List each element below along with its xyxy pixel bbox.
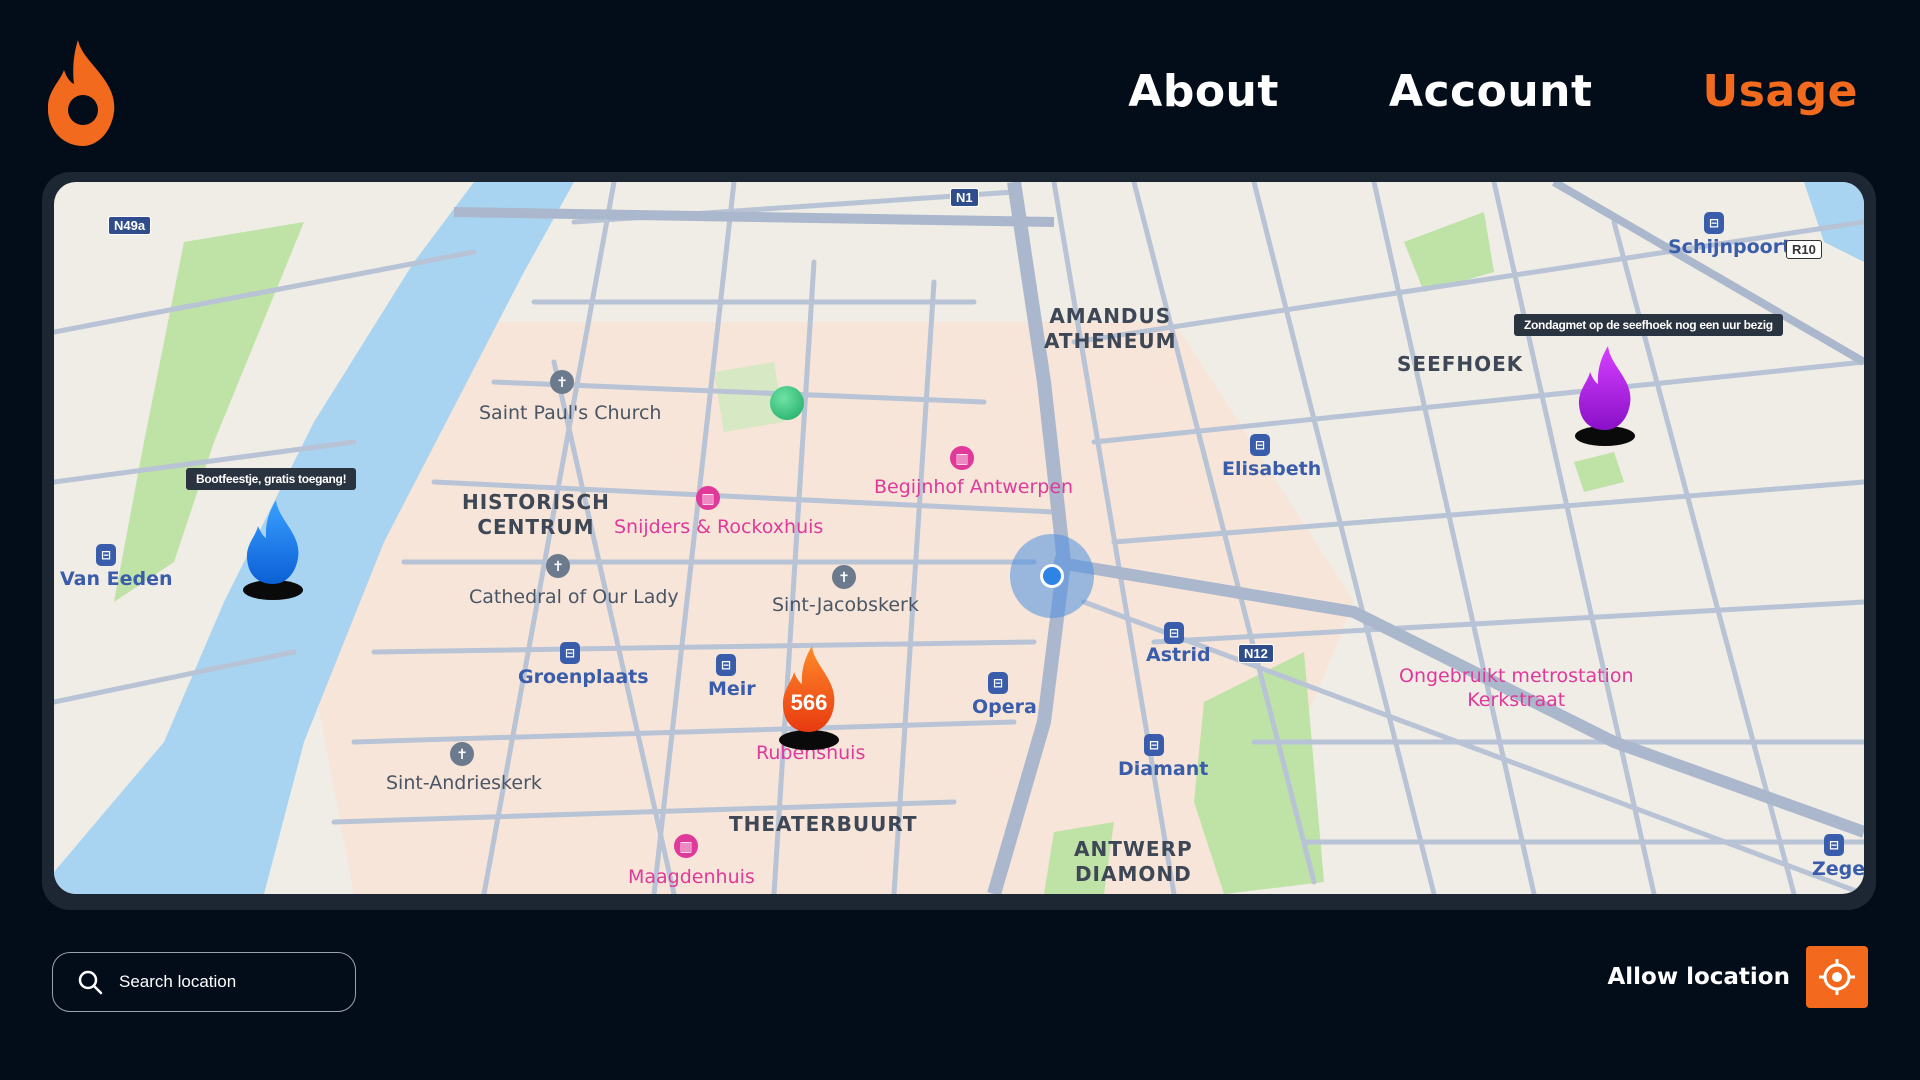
road-badge: R10 xyxy=(1786,240,1822,259)
district-theaterbuurt: THEATERBUURT xyxy=(729,812,918,836)
nav-usage[interactable]: Usage xyxy=(1703,66,1858,117)
label-saint-pauls: Saint Paul's Church xyxy=(479,402,662,424)
metro-icon: ⊟ xyxy=(716,654,736,676)
marker-tooltip: Bootfeestje, gratis toegang! xyxy=(186,468,357,490)
road-badge: N1 xyxy=(950,188,979,207)
label-ongebruikt: Ongebruikt metrostation Kerkstraat xyxy=(1399,665,1634,711)
district-seefhoek: SEEFHOEK xyxy=(1397,352,1524,376)
user-location-dot xyxy=(1040,564,1064,588)
flame-count-badge: 566 xyxy=(790,690,828,715)
church-icon: ✝ xyxy=(450,742,474,766)
map-frame: AMANDUS ATHENEUM HISTORISCH CENTRUM SEEF… xyxy=(42,172,1876,910)
label-begijnhof: Begijnhof Antwerpen xyxy=(874,476,1074,498)
allow-location: Allow location xyxy=(1607,946,1868,1008)
user-location-marker xyxy=(1010,534,1094,618)
map-view[interactable]: AMANDUS ATHENEUM HISTORISCH CENTRUM SEEF… xyxy=(54,182,1864,894)
label-maagdenhuis: Maagdenhuis xyxy=(628,866,755,888)
allow-location-button[interactable] xyxy=(1806,946,1868,1008)
road-badge: N49a xyxy=(108,216,152,235)
metro-icon: ⊟ xyxy=(96,544,116,566)
metro-icon: ⊟ xyxy=(1824,834,1844,856)
label-meir: Meir xyxy=(708,678,756,700)
label-van-eeden: Van Eeden xyxy=(60,568,173,590)
map-base xyxy=(54,182,1864,894)
museum-icon: ▥ xyxy=(674,834,698,858)
label-opera: Opera xyxy=(972,696,1037,718)
label-groenplaats: Groenplaats xyxy=(518,666,649,688)
search-box[interactable] xyxy=(52,952,356,1012)
district-historisch: HISTORISCH CENTRUM xyxy=(462,490,610,539)
label-elisabeth: Elisabeth xyxy=(1222,458,1322,480)
flame-logo-icon[interactable] xyxy=(48,40,118,146)
museum-icon: ▥ xyxy=(950,446,974,470)
metro-icon: ⊟ xyxy=(560,642,580,664)
search-input[interactable] xyxy=(117,971,341,993)
crosshair-icon xyxy=(1819,959,1855,995)
label-sint-andrieskerk: Sint-Andrieskerk xyxy=(386,772,542,794)
metro-icon: ⊟ xyxy=(1250,434,1270,456)
label-cathedral: Cathedral of Our Lady xyxy=(469,586,679,608)
label-schijnpoort: Schijnpoort xyxy=(1668,236,1792,258)
search-icon xyxy=(78,970,103,995)
marker-tooltip: Zondagmet op de seefhoek nog een uur bez… xyxy=(1514,314,1783,336)
road-badge: N12 xyxy=(1238,644,1274,663)
church-icon: ✝ xyxy=(550,370,574,394)
metro-icon: ⊟ xyxy=(988,672,1008,694)
label-sint-jacobskerk: Sint-Jacobskerk xyxy=(772,594,919,616)
district-amandus: AMANDUS ATHENEUM xyxy=(1044,304,1177,353)
nav-about[interactable]: About xyxy=(1128,66,1279,117)
church-icon: ✝ xyxy=(546,554,570,578)
church-icon: ✝ xyxy=(832,565,856,589)
top-nav: About Account Usage xyxy=(1128,66,1858,117)
metro-icon: ⊟ xyxy=(1704,212,1724,234)
allow-location-label: Allow location xyxy=(1607,964,1790,990)
metro-icon: ⊟ xyxy=(1144,734,1164,756)
label-astrid: Astrid xyxy=(1146,644,1211,666)
green-marker[interactable] xyxy=(770,386,804,420)
label-snijders: Snijders & Rockoxhuis xyxy=(614,516,824,538)
purple-flame-marker[interactable] xyxy=(1574,346,1636,446)
nav-account[interactable]: Account xyxy=(1389,66,1593,117)
label-zegel: Zegel xyxy=(1812,858,1864,880)
blue-flame-marker[interactable] xyxy=(242,500,304,600)
metro-icon: ⊟ xyxy=(1164,622,1184,644)
museum-icon: ▥ xyxy=(696,486,720,510)
district-diamond: ANTWERP DIAMOND xyxy=(1074,837,1193,886)
label-diamant: Diamant xyxy=(1118,758,1209,780)
